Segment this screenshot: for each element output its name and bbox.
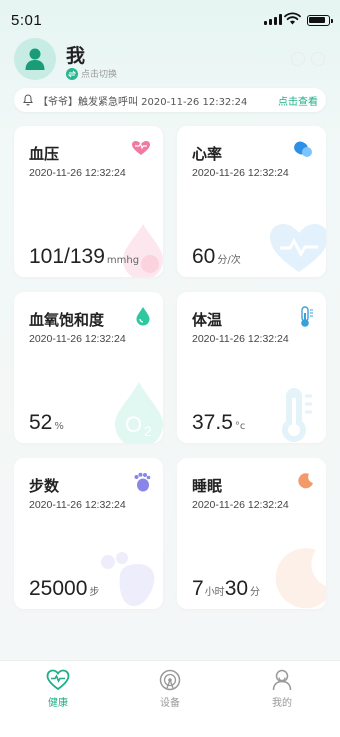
steps-unit: 步 xyxy=(89,587,100,598)
avatar[interactable] xyxy=(14,38,56,80)
alert-message: 【爷爷】触发紧急呼叫 2020-11-26 12:32:24 xyxy=(38,96,248,108)
card-timestamp: 2020-11-26 12:32:24 xyxy=(192,167,289,179)
card-title: 血氧饱和度 xyxy=(29,311,105,329)
card-value-row: 25000 步 xyxy=(29,577,99,601)
oxygen-decoration-icon: O 2 xyxy=(115,382,163,443)
card-title: 血压 xyxy=(29,145,60,163)
blood-pressure-card[interactable]: 血压 2020-11-26 12:32:24 101/139 mmhg xyxy=(14,126,163,277)
cellular-signal-icon xyxy=(264,14,282,25)
card-value-row: 7小时30 分 xyxy=(192,577,260,601)
wifi-icon xyxy=(284,12,301,25)
card-title: 心率 xyxy=(192,145,223,163)
card-value-row: 37.5 °c xyxy=(192,411,245,435)
thermometer-icon xyxy=(301,306,313,327)
sleep-card[interactable]: 睡眠 2020-11-26 12:32:24 7小时30 分 xyxy=(177,458,326,609)
notification-icon[interactable] xyxy=(311,52,325,66)
sleep-minutes-unit: 分 xyxy=(250,587,261,598)
card-value-row: 60 分/次 xyxy=(192,245,241,269)
tab-health[interactable]: 健康 xyxy=(28,669,88,709)
card-title: 步数 xyxy=(29,477,60,495)
profile-icon xyxy=(272,669,292,691)
device-icon xyxy=(159,669,181,691)
card-timestamp: 2020-11-26 12:32:24 xyxy=(29,167,126,179)
switch-label: 点击切换 xyxy=(81,70,118,80)
battery-icon xyxy=(307,15,333,26)
page-title: 我 xyxy=(66,45,86,67)
moon-icon xyxy=(298,473,313,489)
tab-device[interactable]: 设备 xyxy=(140,669,200,709)
switch-user-button[interactable]: 点击切换 xyxy=(66,67,117,80)
heart-rate-value: 60 xyxy=(192,245,216,268)
card-timestamp: 2020-11-26 12:32:24 xyxy=(192,333,289,345)
blood-oxygen-card[interactable]: 血氧饱和度 2020-11-26 12:32:24 O 2 52% xyxy=(14,292,163,443)
card-timestamp: 2020-11-26 12:32:24 xyxy=(192,499,289,511)
footprint-decoration-icon xyxy=(101,552,155,606)
card-value-row: 52% xyxy=(29,411,64,435)
switch-icon xyxy=(66,67,78,80)
heart-rate-icon xyxy=(294,141,312,157)
steps-card[interactable]: 步数 2020-11-26 12:32:24 25000 步 xyxy=(14,458,163,609)
sleep-minutes-value: 30 xyxy=(224,577,249,600)
emergency-alert-banner[interactable]: 【爷爷】触发紧急呼叫 2020-11-26 12:32:24 点击查看 xyxy=(14,88,326,112)
thermometer-decoration-icon xyxy=(282,388,312,442)
moon-decoration-icon xyxy=(275,548,326,609)
heart-rate-card[interactable]: 心率 2020-11-26 12:32:24 60 分/次 xyxy=(177,126,326,277)
svg-text:2: 2 xyxy=(144,423,152,439)
bottom-tab-bar: 健康 设备 我的 xyxy=(0,660,340,737)
steps-value: 25000 xyxy=(29,577,88,600)
blood-pressure-value: 101/139 xyxy=(29,245,105,268)
blood-oxygen-value: 52 xyxy=(29,411,53,434)
blood-oxygen-unit: % xyxy=(54,421,64,432)
card-value-row: 101/139 mmhg xyxy=(29,245,139,269)
temperature-unit: °c xyxy=(234,421,246,432)
card-timestamp: 2020-11-26 12:32:24 xyxy=(29,499,126,511)
status-time: 5:01 xyxy=(11,12,43,29)
tab-label: 我的 xyxy=(272,698,292,709)
blood-pressure-unit: mmhg xyxy=(106,255,140,266)
bell-icon xyxy=(23,94,33,106)
health-icon xyxy=(46,669,70,691)
heart-rate-decoration-icon xyxy=(270,224,326,272)
tab-label: 设备 xyxy=(160,698,180,709)
footprint-icon xyxy=(134,472,151,492)
card-title: 体温 xyxy=(192,311,223,329)
view-alert-link[interactable]: 点击查看 xyxy=(278,93,318,108)
sleep-hours-unit: 小时 xyxy=(204,587,225,598)
status-bar: 5:01 xyxy=(0,0,340,40)
heart-icon xyxy=(132,141,150,155)
user-icon xyxy=(25,48,45,70)
temperature-card[interactable]: 体温 2020-11-26 12:32:24 37.5 °c xyxy=(177,292,326,443)
oxygen-drop-icon xyxy=(136,307,150,326)
sleep-hours-value: 7 xyxy=(192,577,204,600)
card-title: 睡眠 xyxy=(192,477,223,495)
svg-text:O: O xyxy=(125,412,142,437)
settings-icon[interactable] xyxy=(291,52,305,66)
tab-label: 健康 xyxy=(48,698,68,709)
temperature-value: 37.5 xyxy=(192,411,233,434)
tab-profile[interactable]: 我的 xyxy=(252,669,312,709)
heart-rate-unit: 分/次 xyxy=(217,255,241,266)
card-timestamp: 2020-11-26 12:32:24 xyxy=(29,333,126,345)
